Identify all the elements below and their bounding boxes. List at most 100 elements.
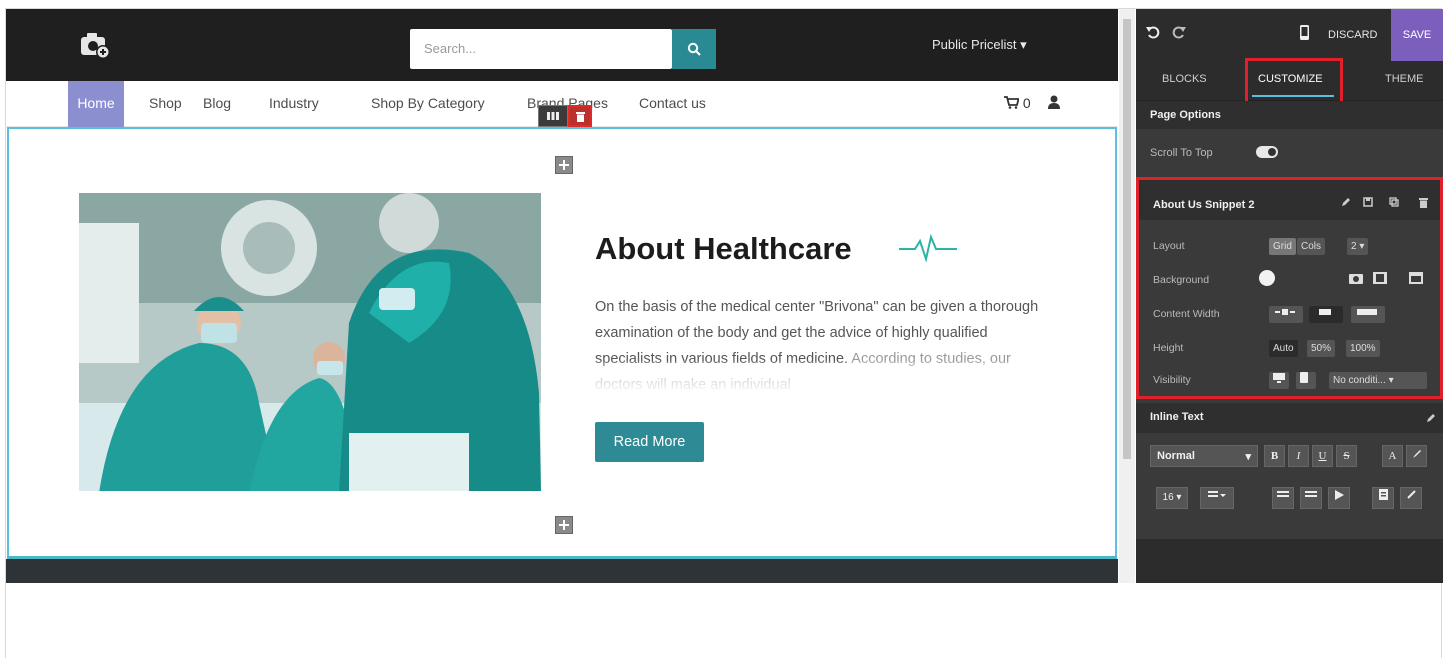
trash-icon [575,111,585,122]
background-color-swatch[interactable] [1259,270,1275,286]
background-label: Background [1153,274,1210,286]
width-regular-option[interactable] [1309,306,1343,323]
align-icon [1208,491,1226,497]
page-options-header: Page Options [1136,101,1443,129]
scrollbar-thumb[interactable] [1123,19,1131,459]
cart-link[interactable]: 0 [1004,95,1031,111]
highlight-button[interactable] [1406,445,1427,467]
cart-icon [1004,96,1020,109]
width-full-option[interactable] [1351,306,1385,323]
mobile-preview-icon[interactable] [1300,25,1309,40]
move-handle[interactable] [538,105,568,127]
save-snippet-icon[interactable] [1363,197,1373,207]
numbered-list-icon [1305,491,1317,497]
brush-icon [1412,450,1421,458]
file-icon [1378,489,1388,500]
grid-move-icon [547,112,559,120]
redo-icon[interactable] [1172,25,1186,39]
visibility-mobile-option[interactable] [1296,372,1316,389]
height-auto-option[interactable]: Auto [1269,340,1298,357]
height-100-option[interactable]: 100% [1346,340,1380,357]
tab-theme[interactable]: THEME [1385,73,1424,85]
site-footer-strip [6,559,1118,583]
nav-shop-by-category[interactable]: Shop By Category [371,81,485,127]
tab-blocks[interactable]: BLOCKS [1162,73,1207,85]
nav-shop[interactable]: Shop [149,81,182,127]
search-input[interactable]: Search... [410,29,672,69]
discard-button[interactable]: DISCARD [1328,29,1378,41]
media-button[interactable] [1328,487,1350,509]
scroll-to-top-label: Scroll To Top [1150,147,1213,159]
plus-icon [559,160,569,170]
italic-button[interactable]: I [1288,445,1309,467]
text-color-button[interactable]: A [1382,445,1403,467]
snippet-title: About Us Snippet 2 [1153,199,1255,211]
background-shape-icon[interactable] [1409,272,1423,284]
background-image-icon[interactable] [1349,272,1363,284]
add-block-bottom-handle[interactable] [555,516,573,534]
about-title[interactable]: About Healthcare [595,231,852,267]
read-more-button[interactable]: Read More [595,422,704,462]
nav-contact-us[interactable]: Contact us [639,81,706,127]
preview-scrollbar[interactable] [1119,9,1135,583]
app-window: Search... Public Pricelist ▾ Home Shop B… [5,8,1443,658]
layout-label: Layout [1153,240,1185,252]
width-small-option[interactable] [1269,306,1303,323]
link-button[interactable] [1400,487,1422,509]
clone-icon[interactable] [1389,197,1399,207]
underline-button[interactable]: U [1312,445,1333,467]
plus-icon [559,520,569,530]
layout-cols-option[interactable]: Cols [1297,238,1326,255]
layout-cols-select[interactable]: 2 ▾ [1347,238,1369,255]
inline-text-header: Inline Text [1136,403,1443,433]
mobile-icon [1300,372,1308,383]
site-header: Search... Public Pricelist ▾ [6,9,1118,81]
width-full-icon [1357,309,1377,315]
eraser-icon[interactable] [1426,413,1436,423]
bulleted-list-button[interactable] [1272,487,1294,509]
visibility-conditions-select[interactable]: No conditi... ▾ [1329,372,1427,389]
align-select[interactable] [1200,487,1234,509]
chevron-down-icon: ▾ [1245,451,1251,463]
editor-panel: DISCARD SAVE BLOCKS CUSTOMIZE THEME Page… [1136,9,1443,583]
cart-count: 0 [1022,95,1031,111]
nav-home[interactable]: Home [68,81,124,127]
nav-industry[interactable]: Industry [269,81,319,127]
visibility-label: Visibility [1153,374,1191,386]
text-fade-overlay [595,361,1041,395]
width-regular-icon [1319,309,1331,315]
numbered-list-button[interactable] [1300,487,1322,509]
undo-icon[interactable] [1146,25,1160,39]
search-button[interactable] [672,29,716,69]
insert-file-button[interactable] [1372,487,1394,509]
paragraph-format-select[interactable]: Normal ▾ [1150,445,1258,467]
font-size-select[interactable]: 16 ▾ [1156,487,1188,509]
visibility-desktop-option[interactable] [1269,372,1289,389]
pricelist-dropdown[interactable]: Public Pricelist ▾ [932,37,1027,53]
snippet-options-header: About Us Snippet 2 [1139,180,1440,220]
inline-text-title: Inline Text [1150,411,1204,423]
pencil-icon[interactable] [1341,197,1351,207]
remove-block-button[interactable] [568,105,592,127]
panel-footer [1136,539,1443,583]
nav-blog[interactable]: Blog [203,81,231,127]
content-width-label: Content Width [1153,308,1220,320]
background-video-icon[interactable] [1373,272,1387,284]
height-50-option[interactable]: 50% [1307,340,1336,357]
about-us-snippet[interactable]: About Healthcare On the basis of the med… [7,127,1117,559]
format-value: Normal [1157,450,1195,462]
user-icon[interactable] [1048,95,1060,109]
snippet-options-highlight: About Us Snippet 2 Layout Grid Cols 2 ▾ … [1136,177,1443,399]
width-small-icon [1275,309,1295,315]
layout-grid-option[interactable]: Grid [1269,238,1296,255]
height-label: Height [1153,342,1184,354]
bold-button[interactable]: B [1264,445,1285,467]
website-preview: Search... Public Pricelist ▾ Home Shop B… [6,9,1118,583]
strikethrough-button[interactable]: S [1336,445,1357,467]
save-button[interactable]: SAVE [1391,9,1443,61]
trash-icon[interactable] [1419,197,1428,208]
camera-logo-icon[interactable] [78,30,112,60]
scroll-to-top-toggle[interactable] [1256,146,1278,158]
search-icon [687,42,701,56]
add-block-top-handle[interactable] [555,156,573,174]
